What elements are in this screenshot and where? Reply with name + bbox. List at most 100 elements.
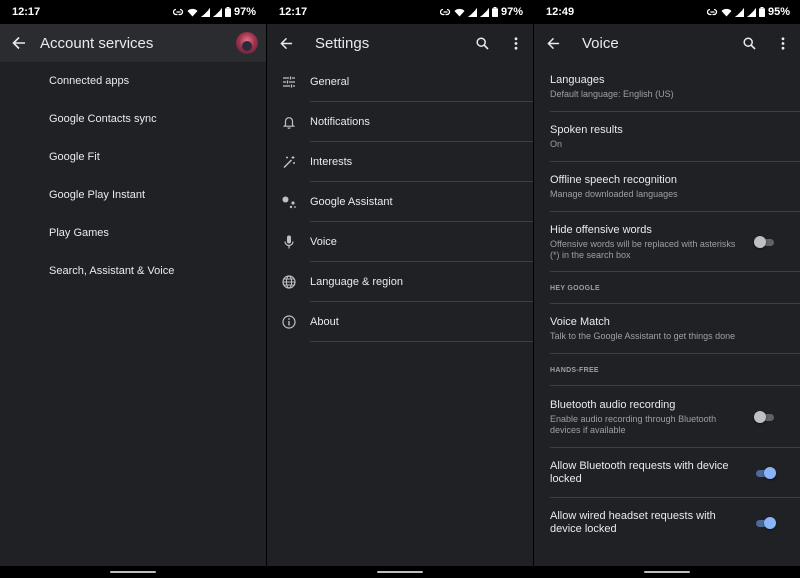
back-button[interactable]: [267, 24, 305, 62]
account-services-list: Connected apps Google Contacts sync Goog…: [0, 62, 266, 290]
settings-item-label: Interests: [310, 156, 353, 168]
navigation-bar: [0, 566, 266, 578]
voice-settings-screen: 12:49 95% Voice Languages Default langua…: [534, 0, 800, 578]
battery-level: 97%: [233, 6, 256, 18]
section-label: HANDS-FREE: [550, 366, 599, 374]
item-title: Offline speech recognition: [550, 174, 677, 186]
home-handle[interactable]: [377, 571, 423, 573]
item-title: Hide offensive words: [550, 223, 652, 236]
search-button[interactable]: [465, 24, 499, 62]
list-item-label: Play Games: [49, 227, 109, 239]
voice-item-bluetooth-locked[interactable]: Allow Bluetooth requests with device loc…: [534, 448, 800, 498]
list-item-contacts-sync[interactable]: Google Contacts sync: [0, 100, 266, 138]
status-bar: 12:49 95%: [534, 0, 800, 24]
settings-list: General Notifications Interests Google A…: [267, 62, 533, 342]
item-title: Voice Match: [550, 316, 610, 328]
status-icons: 97%: [172, 6, 256, 18]
section-header-hands-free: HANDS-FREE: [534, 354, 800, 386]
status-icons: 97%: [439, 6, 523, 18]
voice-item-wired-headset-locked[interactable]: Allow wired headset requests with device…: [534, 498, 800, 548]
settings-item-label: Voice: [310, 236, 337, 248]
more-options-button[interactable]: [499, 24, 533, 62]
page-title: Account services: [40, 34, 154, 52]
item-subtitle: On: [550, 139, 563, 149]
item-title: Bluetooth audio recording: [550, 398, 676, 411]
microphone-icon: [267, 235, 310, 249]
search-icon: [742, 36, 756, 50]
wifi-icon: [721, 8, 732, 16]
voice-item-voice-match[interactable]: Voice Match Talk to the Google Assistant…: [534, 304, 800, 354]
list-item-label: Google Contacts sync: [49, 113, 157, 125]
item-subtitle: Manage downloaded languages: [550, 189, 678, 199]
home-handle[interactable]: [110, 571, 156, 573]
more-vert-icon: [781, 36, 785, 50]
signal-icon: [479, 7, 489, 17]
settings-item-interests[interactable]: Interests: [267, 142, 533, 182]
signal-icon: [212, 7, 222, 17]
battery-level: 95%: [767, 6, 790, 18]
divider: [310, 341, 533, 342]
status-bar: 12:17 97%: [0, 0, 266, 24]
settings-item-about[interactable]: About: [267, 302, 533, 342]
voice-item-spoken-results[interactable]: Spoken results On: [534, 112, 800, 162]
signal-icon: [734, 7, 744, 17]
back-button[interactable]: [0, 24, 38, 62]
list-item-search-assistant-voice[interactable]: Search, Assistant & Voice: [0, 252, 266, 290]
list-item-label: Search, Assistant & Voice: [49, 265, 175, 277]
more-vert-icon: [514, 36, 518, 50]
settings-item-voice[interactable]: Voice: [267, 222, 533, 262]
wired-headset-toggle[interactable]: [754, 517, 776, 529]
arrow-left-icon: [279, 37, 292, 49]
section-header-hey-google: HEY GOOGLE: [534, 272, 800, 304]
settings-item-notifications[interactable]: Notifications: [267, 102, 533, 142]
bluetooth-locked-toggle[interactable]: [754, 467, 776, 479]
settings-item-language-region[interactable]: Language & region: [267, 262, 533, 302]
item-subtitle: Enable audio recording through Bluetooth…: [550, 413, 717, 435]
avatar[interactable]: [236, 32, 258, 54]
more-options-button[interactable]: [766, 24, 800, 62]
settings-item-google-assistant[interactable]: Google Assistant: [267, 182, 533, 222]
item-subtitle: Offensive words will be replaced with as…: [550, 238, 736, 260]
list-item-play-instant[interactable]: Google Play Instant: [0, 176, 266, 214]
item-title: Allow wired headset requests with device…: [550, 510, 716, 535]
battery-icon: [758, 7, 765, 17]
arrow-left-icon: [12, 36, 25, 50]
item-title: Spoken results: [550, 124, 623, 136]
list-item-label: Google Fit: [49, 151, 100, 163]
bluetooth-audio-toggle[interactable]: [754, 411, 776, 423]
item-subtitle: Talk to the Google Assistant to get thin…: [550, 331, 736, 341]
battery-icon: [491, 7, 498, 17]
wifi-icon: [454, 8, 465, 16]
section-label: HEY GOOGLE: [550, 284, 600, 292]
settings-item-label: General: [310, 76, 350, 88]
list-item-connected-apps[interactable]: Connected apps: [0, 62, 266, 100]
home-handle[interactable]: [644, 571, 690, 573]
status-bar: 12:17 97%: [267, 0, 533, 24]
settings-item-label: Language & region: [310, 276, 403, 288]
hide-offensive-toggle[interactable]: [754, 236, 776, 248]
settings-item-general[interactable]: General: [267, 62, 533, 102]
assistant-icon: [267, 195, 310, 209]
sliders-icon: [267, 76, 310, 88]
settings-screen: 12:17 97% Settings General Notifications…: [267, 0, 533, 578]
signal-icon: [746, 7, 756, 17]
signal-icon: [467, 7, 477, 17]
status-time: 12:49: [546, 6, 575, 18]
voice-item-hide-offensive[interactable]: Hide offensive words Offensive words wil…: [534, 212, 800, 272]
list-item-google-fit[interactable]: Google Fit: [0, 138, 266, 176]
back-button[interactable]: [534, 24, 572, 62]
battery-level: 97%: [500, 6, 523, 18]
voice-item-offline-speech[interactable]: Offline speech recognition Manage downlo…: [534, 162, 800, 212]
settings-item-label: Notifications: [310, 116, 370, 128]
navigation-bar: [267, 566, 533, 578]
settings-item-label: About: [310, 316, 339, 328]
globe-icon: [267, 275, 310, 289]
bell-icon: [267, 115, 310, 129]
settings-item-label: Google Assistant: [310, 196, 393, 208]
voice-item-bluetooth-audio[interactable]: Bluetooth audio recording Enable audio r…: [534, 386, 800, 448]
voice-item-languages[interactable]: Languages Default language: English (US): [534, 62, 800, 112]
magic-wand-icon: [267, 155, 310, 169]
list-item-play-games[interactable]: Play Games: [0, 214, 266, 252]
link-icon: [706, 8, 718, 16]
search-button[interactable]: [732, 24, 766, 62]
